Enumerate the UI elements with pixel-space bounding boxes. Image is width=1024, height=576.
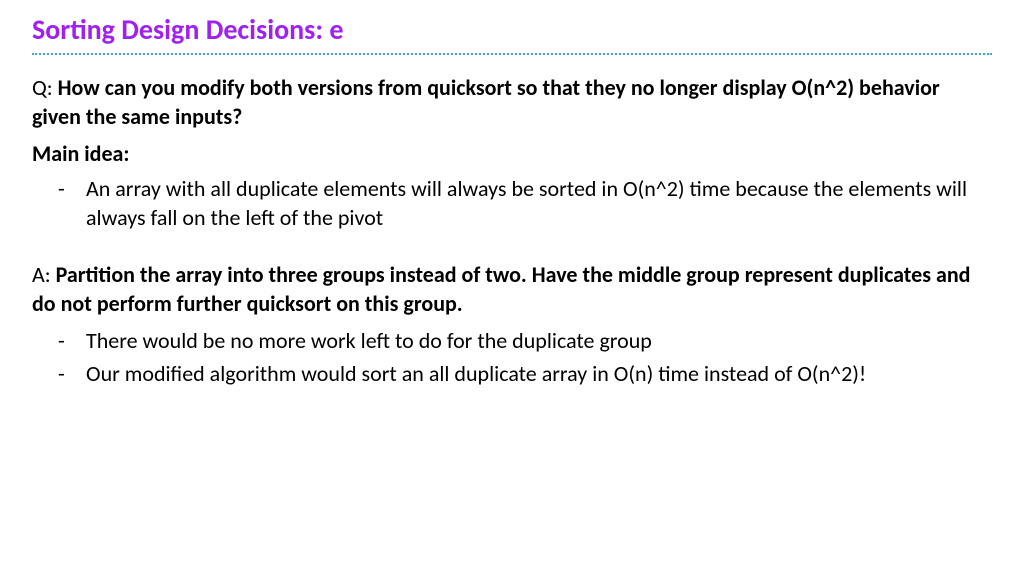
list-item: There would be no more work left to do f… <box>86 326 992 355</box>
divider <box>32 53 992 55</box>
slide-title: Sorting Design Decisions: e <box>32 12 992 47</box>
list-item: Our modified algorithm would sort an all… <box>86 359 992 388</box>
answer-prefix: A: <box>32 261 56 288</box>
question-prefix: Q: <box>32 74 58 101</box>
answer-text: Partition the array into three groups in… <box>32 261 970 317</box>
question-line: Q: How can you modify both versions from… <box>32 73 992 131</box>
main-idea-list: An array with all duplicate elements wil… <box>32 174 992 232</box>
question-text: How can you modify both versions from qu… <box>32 74 940 130</box>
list-item: An array with all duplicate elements wil… <box>86 174 992 232</box>
answer-line: A: Partition the array into three groups… <box>32 260 992 318</box>
answer-list: There would be no more work left to do f… <box>32 326 992 388</box>
main-idea-label: Main idea: <box>32 139 992 168</box>
